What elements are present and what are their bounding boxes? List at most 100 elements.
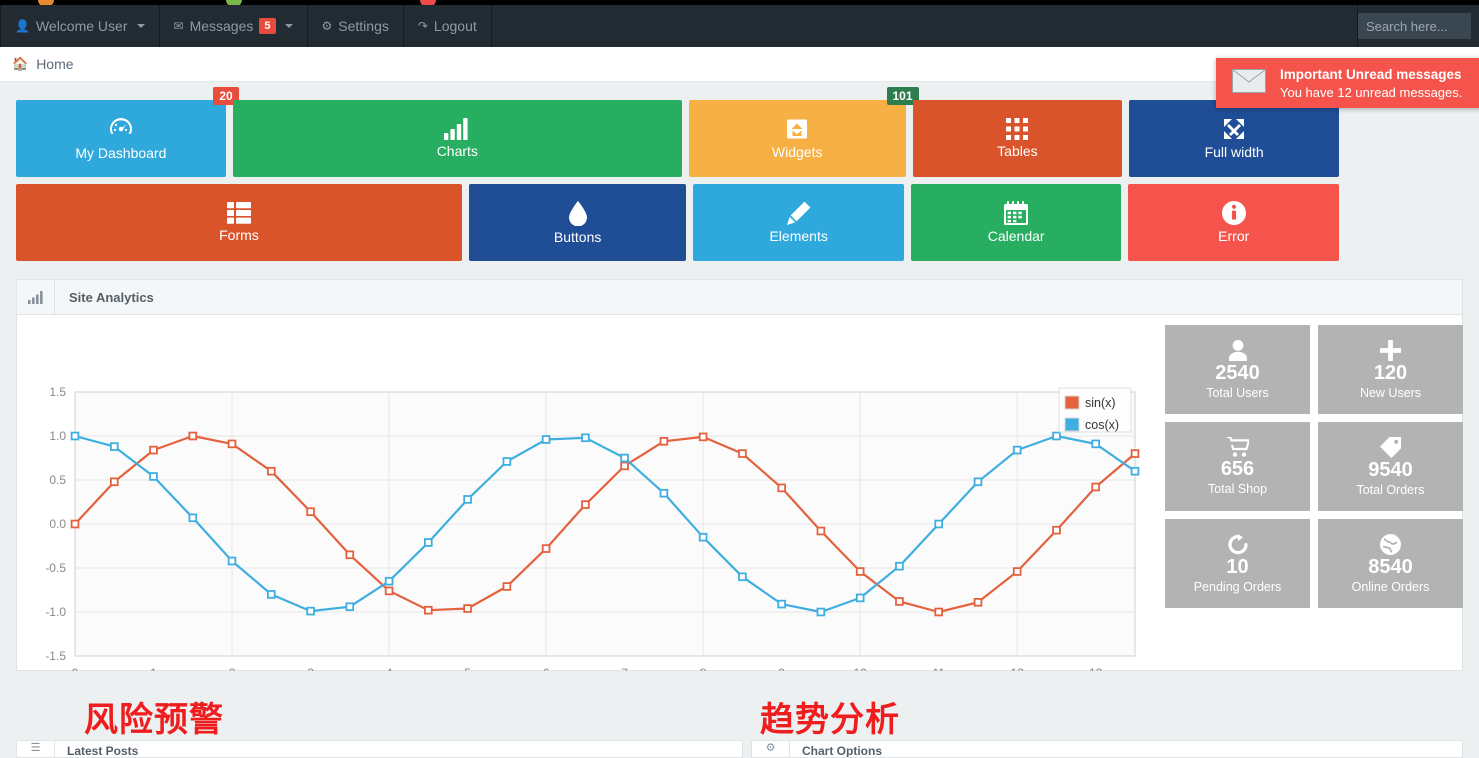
tile-elements[interactable]: Elements [693,184,904,261]
stat-value: 8540 [1368,555,1413,578]
navbar-spacer [492,5,1358,47]
tile-charts[interactable]: Charts [232,100,682,177]
inbox-icon [785,117,809,141]
svg-text:cos(x): cos(x) [1085,418,1119,432]
chevron-down-icon [284,24,293,28]
chart-y-axis: -1.5 -1.0 -0.5 0.0 0.5 1.0 1.5 [45,385,66,663]
nav-item-logout[interactable]: ↷ Logout [404,5,492,47]
chart-options-title: Chart Options [802,744,882,758]
tile-grid: My Dashboard 20 Charts Widgets 101 Tables Full… [16,87,1339,268]
tile-label: Buttons [553,228,602,245]
stat-card-total-shop[interactable]: 656 Total Shop [1165,422,1310,511]
tile-label: Tables [997,143,1038,159]
top-navbar: 👤 Welcome User ✉ Messages 5 ⚙ Settings ↷… [0,5,1479,47]
tile-full-width[interactable]: Full width [1129,100,1339,177]
toast-text: Important Unread messages You have 12 un… [1280,67,1462,100]
analytics-line-chart: -1.5-1.0-0.50.00.51.01.50123456789101112… [17,315,1157,680]
unread-messages-toast[interactable]: Important Unread messages You have 12 un… [1216,58,1479,108]
user-icon [1228,339,1248,361]
stat-label: Total Users [1206,385,1269,400]
user-icon: 👤 [15,19,30,33]
dashboard-icon [108,116,134,142]
stat-card-total-orders[interactable]: 9540 Total Orders [1318,422,1463,511]
tile-widgets[interactable]: Widgets 101 [688,87,919,177]
bar-chart-icon [444,118,470,140]
stat-card-grid: 2540 Total Users 120 New Users 656 Total Shop… [1165,325,1465,616]
search-input[interactable] [1358,13,1471,39]
svg-text:0.0: 0.0 [49,517,66,531]
nav-item-label: Messages [189,18,254,34]
toast-body: You have 12 unread messages. [1280,84,1463,100]
stat-label: New Users [1359,385,1422,400]
tile-label: My Dashboard [75,145,167,161]
tile-row-1: My Dashboard 20 Charts Widgets 101 Tables Full… [16,87,1339,177]
tile-tables[interactable]: Tables [912,100,1123,177]
tile-buttons[interactable]: Buttons [468,184,687,261]
stat-label: Pending Orders [1193,579,1282,594]
svg-text:12: 12 [1011,666,1025,671]
stat-label: Total Orders [1356,482,1425,497]
svg-text:2: 2 [229,666,236,671]
search-container [1358,5,1479,47]
stat-card-online-orders[interactable]: 8540 Online Orders [1318,519,1463,608]
panel-header: Site Analytics [17,280,1462,315]
stat-card-pending-orders[interactable]: 10 Pending Orders [1165,519,1310,608]
chart-x-axis: 012345678910111213 [72,666,1103,680]
bottom-panel-row: ☰ Latest Posts ⚙ Chart Options [16,740,1463,758]
svg-text:7: 7 [621,666,628,671]
svg-text:-1.5: -1.5 [45,649,66,663]
tile-error[interactable]: Error [1128,184,1339,261]
nav-item-label: Logout [433,18,477,34]
svg-text:1: 1 [150,666,157,671]
svg-text:4: 4 [386,666,393,671]
list-icon: ☰ [17,741,55,757]
tile-label: Error [1218,228,1250,244]
home-icon: 🏠 [12,56,29,71]
latest-posts-title: Latest Posts [67,744,139,758]
nav-item-messages[interactable]: ✉ Messages 5 [160,5,308,47]
plus-icon [1380,339,1401,361]
stat-card-new-users[interactable]: 120 New Users [1318,325,1463,414]
tag-icon [1380,436,1401,458]
breadcrumb-item-home[interactable]: Home [36,56,73,72]
nav-item-settings[interactable]: ⚙ Settings [308,5,404,47]
svg-text:13: 13 [1089,666,1103,671]
tile-label: Elements [769,228,828,244]
stat-card-total-users[interactable]: 2540 Total Users [1165,325,1310,414]
stat-value: 120 [1373,361,1408,384]
tile-label: Forms [219,227,259,243]
gear-icon: ⚙ [752,741,790,757]
nav-item-label: Welcome User [35,18,128,34]
svg-text:-1.0: -1.0 [45,605,66,619]
panel-body: -1.5-1.0-0.50.00.51.01.50123456789101112… [17,315,1465,680]
info-icon [1221,201,1246,225]
tile-my-dashboard[interactable]: My Dashboard 20 [16,87,239,177]
nav-item-welcome-user[interactable]: 👤 Welcome User [0,5,160,47]
svg-text:8: 8 [700,666,707,671]
svg-text:9: 9 [778,666,785,671]
messages-badge: 5 [259,18,276,34]
stat-card-row: 656 Total Shop 9540 Total Orders [1165,422,1465,511]
svg-text:6: 6 [543,666,550,671]
tile-forms[interactable]: Forms [16,184,462,261]
svg-text:1.0: 1.0 [49,429,66,443]
tile-label: Full width [1204,144,1264,160]
tile-row-2: Forms Buttons Elements Calendar Error [16,184,1339,261]
stat-value: 656 [1220,458,1255,480]
chart-svg: -1.5-1.0-0.50.00.51.01.50123456789101112… [45,385,1140,680]
svg-text:3: 3 [307,666,314,671]
stat-value: 9540 [1368,458,1413,481]
tile-calendar[interactable]: Calendar [910,184,1122,261]
panel-title: Site Analytics [69,289,154,305]
nav-item-label: Settings [338,18,389,34]
grid-icon [1006,118,1029,140]
stat-label: Total Shop [1207,482,1268,496]
svg-text:11: 11 [932,666,945,671]
stat-label: Online Orders [1351,579,1430,594]
droplet-icon [568,200,587,226]
svg-text:5: 5 [464,666,471,671]
stat-value: 10 [1226,555,1249,578]
section-title-risk: 风险预警 [84,700,224,740]
chevron-down-icon [136,24,145,28]
envelope-icon: ✉ [173,19,184,33]
